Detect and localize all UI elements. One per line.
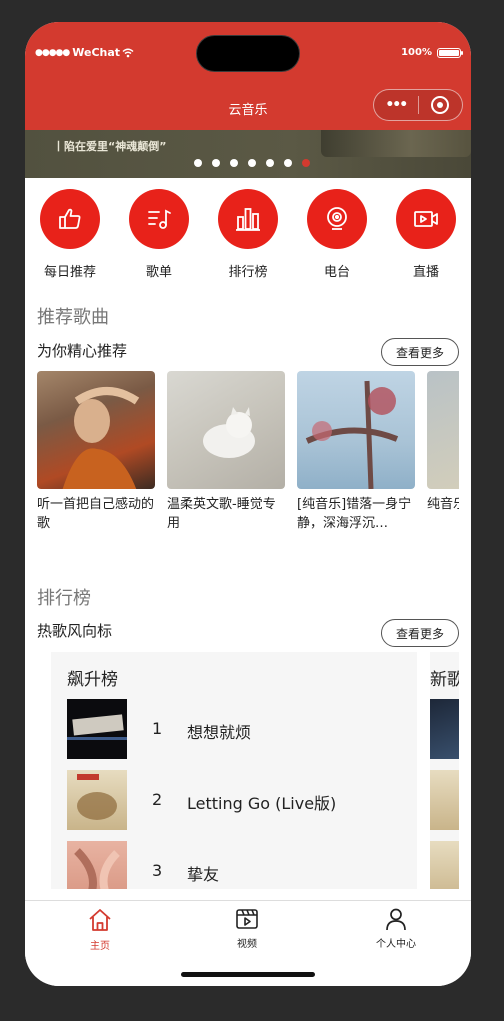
quick-nav-label: 歌单 [145,265,172,280]
carousel-dot[interactable] [302,159,310,167]
song-card[interactable]: [纯音乐]错落一身宁静，深海浮沉… [297,371,415,533]
tab-video[interactable]: 视频 [197,907,297,950]
chart-song-name: 挚友 [187,865,220,884]
user-icon [386,908,406,931]
chart-rank: 2 [152,790,163,809]
song-thumbnail [430,770,459,830]
quick-nav-live[interactable]: 直播 [395,189,457,280]
target-icon [431,96,450,114]
song-cover [427,371,459,489]
charts-subtitle: 热歌风向标 [37,622,113,640]
tab-label: 主页 [90,941,110,952]
song-title: [纯音乐]错落一身宁静，深海浮沉… [297,497,412,531]
song-card[interactable]: 听一首把自己感动的歌 [37,371,155,533]
chart-song-name: Letting Go (Live版) [187,794,337,813]
song-thumbnail [67,841,127,889]
chart-rank: 3 [152,861,163,880]
chart-card-title: 新歌 [430,670,459,690]
carousel-dot[interactable] [266,159,274,167]
radio-icon [307,189,367,249]
tab-label: 视频 [237,939,257,950]
song-thumbnail [430,841,459,889]
carousel-dot[interactable] [212,159,220,167]
chart-card[interactable]: 飙升榜 1 想想就烦 2 Letting Go (Live版) 3 挚友 [51,652,417,889]
carousel-dot[interactable] [284,159,292,167]
top-bar: ●●●●● WeChat 100% 云音乐 ••• [25,22,471,130]
song-title: 温柔英文歌-睡觉专用 [167,497,276,531]
battery-icon [437,47,463,58]
song-card[interactable]: 温柔英文歌-睡觉专用 [167,371,285,533]
quick-nav-playlist[interactable]: 歌单 [128,189,190,280]
carousel-dot[interactable] [248,159,256,167]
song-cover [297,371,415,489]
chart-song-row[interactable]: 1 想想就烦 [67,699,407,759]
recommend-song-list: 听一首把自己感动的歌 温柔英文歌-睡觉专用 [纯音乐]错落一身宁静，深海浮沉… … [37,371,459,541]
quick-nav-label: 每日推荐 [43,265,96,280]
recommend-section-title: 推荐歌曲 [37,307,109,328]
home-indicator [181,972,315,977]
quick-nav-label: 电台 [323,265,350,280]
tab-home[interactable]: 主页 [50,907,150,952]
song-thumbnail [67,699,127,759]
recommend-more-button[interactable]: 查看更多 [381,338,459,366]
thumbs-up-icon [40,189,100,249]
banner-carousel[interactable]: 丨陷在爱里“神魂颠倒” [25,130,471,178]
quick-nav-ranking[interactable]: 排行榜 [217,189,279,280]
mini-program-capsule: ••• [373,89,463,121]
carousel-dot[interactable] [230,159,238,167]
video-play-icon [396,189,456,249]
chart-song-row[interactable]: 2 Letting Go (Live版) [67,770,407,830]
playlist-icon [129,189,189,249]
song-thumbnail [430,699,459,759]
quick-nav-label: 排行榜 [228,265,268,280]
status-bar-right: 100% [401,47,463,58]
carousel-indicator [194,159,320,167]
chart-card[interactable]: 新歌 [430,652,459,889]
song-cover [37,371,155,489]
chart-song-row[interactable]: 3 挚友 [67,841,407,889]
chart-song-name: 想想就烦 [187,723,252,742]
bar-chart-icon [218,189,278,249]
song-card[interactable]: 纯音乐 压 学 [427,371,459,533]
status-bar-left: ●●●●● WeChat [35,46,134,59]
home-icon [89,909,111,931]
tab-profile[interactable]: 个人中心 [346,907,446,950]
recommend-subtitle: 为你精心推荐 [37,342,128,360]
quick-nav-daily[interactable]: 每日推荐 [39,189,101,280]
carrier-label: WeChat [72,46,121,59]
song-thumbnail [67,770,127,830]
close-mini-program-button[interactable] [418,96,462,114]
charts-more-button[interactable]: 查看更多 [381,619,459,647]
song-title: 听一首把自己感动的歌 [37,497,155,531]
camera-notch [196,35,300,72]
charts-section-title: 排行榜 [37,588,91,609]
song-cover [167,371,285,489]
chart-list-carousel: 飙升榜 1 想想就烦 2 Letting Go (Live版) 3 挚友 新歌 [37,652,459,889]
battery-percent: 100% [401,47,432,58]
wifi-icon [122,48,134,57]
banner-caption: 丨陷在爱里“神魂颠倒” [53,140,167,153]
signal-icon: ●●●●● [35,47,70,58]
quick-nav-radio[interactable]: 电台 [306,189,368,280]
chart-rank: 1 [152,719,163,738]
banner-image [321,130,471,157]
chart-card-title: 飙升榜 [67,670,118,690]
song-title: 纯音乐 压 学 [427,497,459,512]
phone-screen: ●●●●● WeChat 100% 云音乐 ••• 丨陷在爱里“神魂颠倒” 每日… [25,22,471,986]
carousel-dot[interactable] [194,159,202,167]
more-options-button[interactable]: ••• [374,97,418,113]
tab-label: 个人中心 [376,939,416,950]
quick-nav: 每日推荐 歌单 排行榜 电台 直播 [25,189,471,280]
quick-nav-label: 直播 [412,265,439,280]
video-icon [236,909,258,929]
